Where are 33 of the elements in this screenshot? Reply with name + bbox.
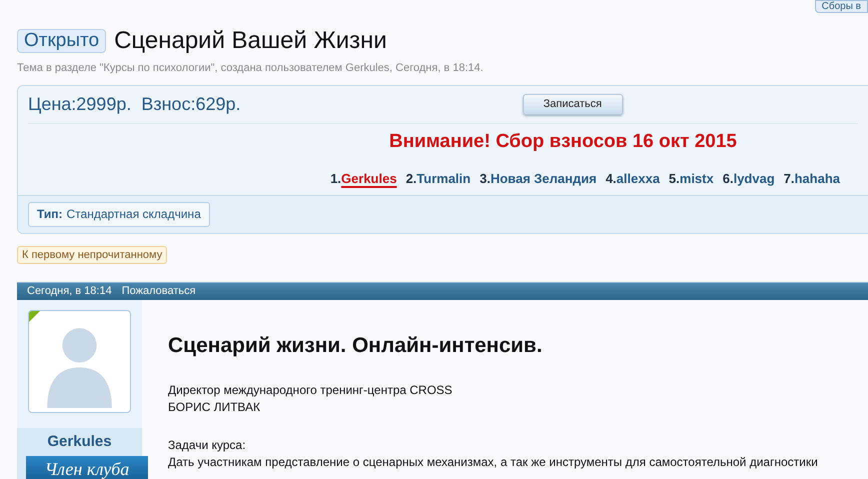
- participant-link[interactable]: hahaha: [794, 171, 840, 186]
- post-text-line: Задачи курса:: [168, 437, 246, 454]
- status-badge: Открыто: [17, 29, 106, 53]
- post-date: Сегодня, в 18:14: [27, 284, 112, 299]
- online-corner-icon: [29, 310, 40, 322]
- participant-link[interactable]: allexxa: [616, 171, 660, 186]
- participant-number: 2.: [406, 171, 417, 186]
- post-text-line: Директор международного тренинг-центра CROSS: [168, 382, 452, 399]
- join-button[interactable]: Записаться: [522, 94, 623, 114]
- participant-number: 4.: [606, 171, 616, 186]
- collections-button[interactable]: Сборы в: [814, 0, 868, 13]
- participant-number: 5.: [668, 171, 680, 186]
- participant-number: 1.: [330, 171, 342, 186]
- participant-link[interactable]: Turmalin: [416, 171, 471, 186]
- participant-link[interactable]: Новая Зеландия: [490, 171, 597, 186]
- price-text: Цена:2999р. Взнос:629р.: [28, 92, 241, 116]
- post-heading: Сценарий жизни. Онлайн-интенсив.: [168, 332, 544, 358]
- participant-number: 3.: [480, 171, 490, 186]
- first-unread-button[interactable]: К первому непрочитанному: [17, 246, 168, 264]
- type-tag: Тип: Стандартная складчина: [28, 202, 210, 226]
- post-text-line: Дать участникам представление о сценарных механизмах, а так же инструменты для самостоятельной диагностики: [168, 454, 818, 471]
- participant-link[interactable]: Gerkules: [341, 171, 397, 186]
- member-banner: Член клуба: [26, 456, 148, 479]
- thread-meta: Тема в разделе "Курсы по психологии", создана пользователем Gerkules, Сегодня, в 18:14.: [17, 61, 484, 76]
- author-name[interactable]: Gerkules: [47, 430, 112, 453]
- thread-title: Сценарий Вашей Жизни: [114, 28, 387, 54]
- report-link[interactable]: Пожаловаться: [122, 282, 196, 300]
- participant-link[interactable]: mistx: [680, 171, 714, 186]
- post-text-line: БОРИС ЛИТВАК: [168, 399, 260, 416]
- participant-link[interactable]: lydvag: [733, 171, 775, 186]
- participant-number: 7.: [784, 171, 794, 186]
- notice-heading: Внимание! Сбор взносов 16 окт 2015: [389, 130, 737, 154]
- participant-number: 6.: [722, 171, 734, 186]
